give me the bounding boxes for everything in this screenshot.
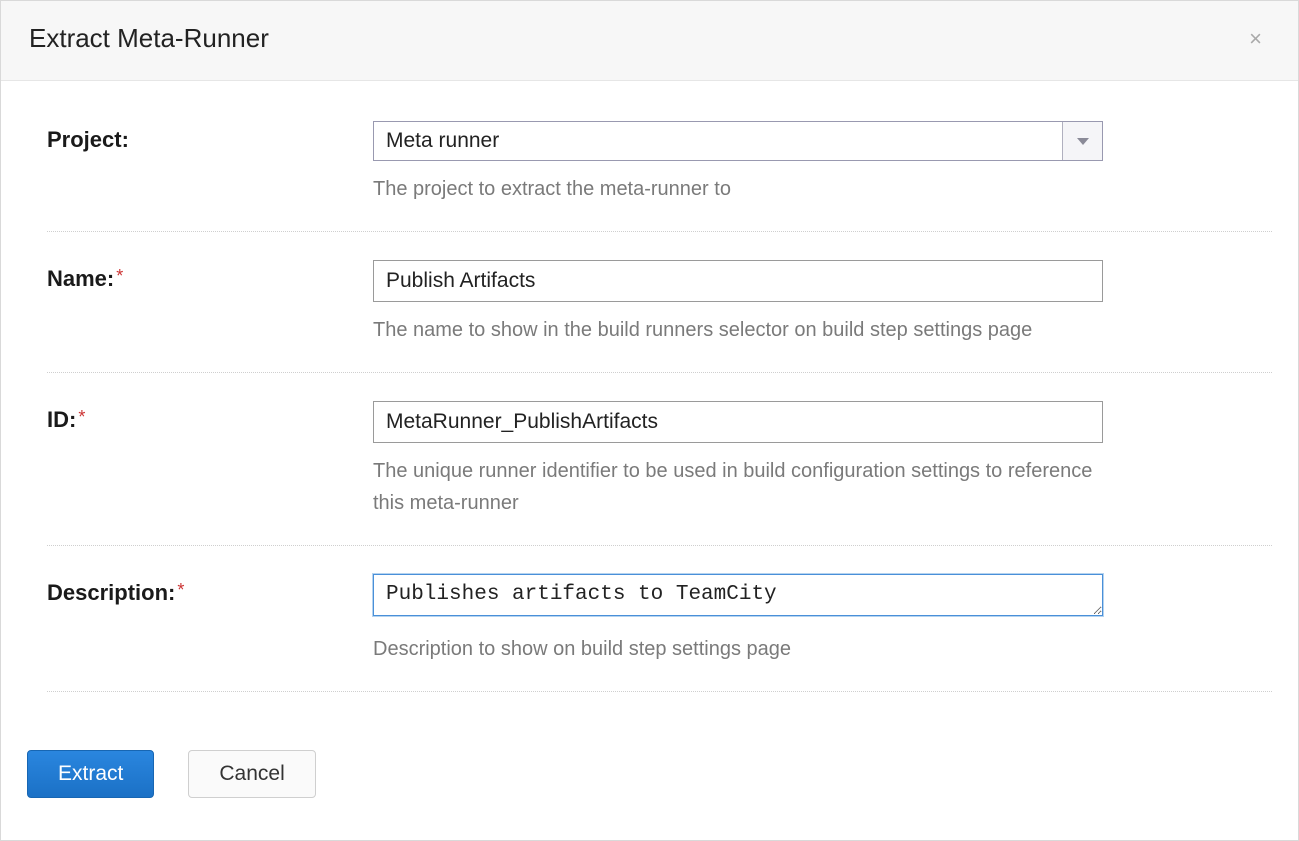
- required-icon: *: [78, 407, 85, 427]
- description-label: Description:: [47, 580, 175, 605]
- id-hint: The unique runner identifier to be used …: [373, 455, 1103, 519]
- close-icon[interactable]: ×: [1241, 24, 1270, 54]
- dialog-header: Extract Meta-Runner ×: [1, 1, 1298, 81]
- extract-button[interactable]: Extract: [27, 750, 154, 798]
- name-input[interactable]: [373, 260, 1103, 302]
- description-textarea[interactable]: [373, 574, 1103, 616]
- row-description: Description:* Description to show on bui…: [47, 574, 1272, 692]
- project-select-value: Meta runner: [374, 122, 1062, 160]
- project-select[interactable]: Meta runner: [373, 121, 1103, 161]
- id-label: ID:: [47, 407, 76, 432]
- row-name: Name:* The name to show in the build run…: [47, 260, 1272, 373]
- project-hint: The project to extract the meta-runner t…: [373, 173, 1103, 205]
- required-icon: *: [116, 266, 123, 286]
- name-hint: The name to show in the build runners se…: [373, 314, 1103, 346]
- dialog-body: Project: Meta runner The project to extr…: [1, 81, 1298, 692]
- chevron-down-icon: [1077, 138, 1089, 145]
- required-icon: *: [177, 580, 184, 600]
- id-input[interactable]: [373, 401, 1103, 443]
- extract-meta-runner-dialog: Extract Meta-Runner × Project: Meta runn…: [0, 0, 1299, 841]
- dialog-title: Extract Meta-Runner: [29, 23, 269, 54]
- row-id: ID:* The unique runner identifier to be …: [47, 401, 1272, 546]
- cancel-button[interactable]: Cancel: [188, 750, 315, 798]
- dialog-footer: Extract Cancel: [1, 720, 1298, 824]
- name-label: Name:: [47, 266, 114, 291]
- row-project: Project: Meta runner The project to extr…: [47, 121, 1272, 232]
- project-label: Project:: [47, 127, 129, 152]
- description-hint: Description to show on build step settin…: [373, 633, 1103, 665]
- project-select-trigger[interactable]: [1062, 122, 1102, 160]
